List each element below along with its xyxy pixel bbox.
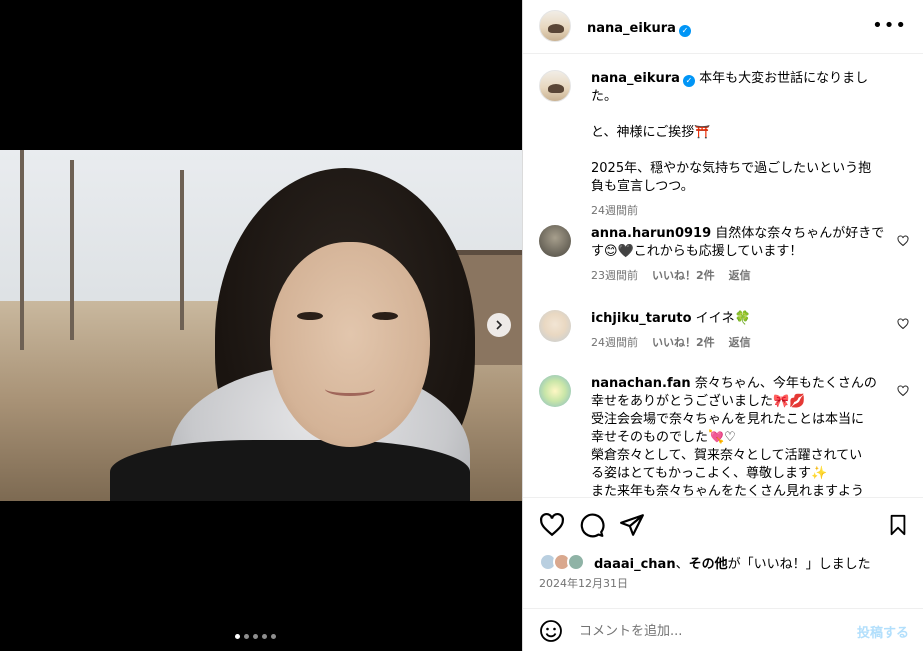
bookmark-icon[interactable]: [887, 512, 909, 538]
comments-list: nana_eikura ✓ 本年も大変お世話になりました。 と、神様にご挨拶⛩️ …: [523, 55, 923, 496]
add-comment-bar: 投稿する: [523, 608, 923, 651]
heart-icon[interactable]: [897, 318, 909, 330]
comment-username[interactable]: nanachan.fan: [591, 376, 691, 391]
comment-text: また来年も奈々ちゃんをたくさん見れますよう: [591, 484, 865, 496]
caption-username[interactable]: nana_eikura: [591, 71, 680, 86]
timestamp[interactable]: 24週間前: [591, 334, 638, 352]
timestamp[interactable]: 24週間前: [591, 202, 638, 220]
verified-badge-icon: ✓: [682, 75, 695, 87]
caption-text: 負も宣言しつつ。: [591, 179, 694, 194]
avatar[interactable]: [567, 553, 585, 571]
liked-by: daaai_chan、その他が「いいね！」しました: [539, 550, 909, 572]
liked-by-others[interactable]: その他: [689, 557, 728, 572]
caption-text: 2025年、穏やかな気持ちで過ごしたいという抱: [591, 161, 872, 176]
comment-text: る姿はとてもかっこよく、尊敬します✨: [591, 466, 828, 481]
carousel-dot: [253, 634, 258, 639]
comment-username[interactable]: anna.harun0919: [591, 226, 711, 241]
carousel-dot: [271, 634, 276, 639]
comment-likes[interactable]: いいね！2件: [652, 267, 715, 285]
post-date[interactable]: 2024年12月31日: [539, 575, 628, 591]
post-actions: [523, 497, 923, 551]
comment-text: 受注会会場で奈々ちゃんを見れたことは本当に: [591, 412, 865, 427]
timestamp[interactable]: 23週間前: [591, 267, 638, 285]
liked-by-avatars: [539, 553, 591, 573]
comment-text: 自然体な奈々ちゃんが好きで: [715, 226, 885, 241]
carousel-next-button[interactable]: [487, 313, 511, 337]
liked-by-username[interactable]: daaai_chan: [594, 557, 676, 572]
comment-text: 幸せそのものでした💘♡: [591, 430, 736, 445]
avatar[interactable]: [539, 225, 571, 257]
carousel-indicator: [235, 634, 276, 639]
chevron-right-icon: [496, 320, 503, 330]
caption-text: と、神様にご挨拶⛩️: [591, 125, 711, 140]
comment-text: 奈々ちゃん、今年もたくさんの: [694, 376, 877, 391]
avatar[interactable]: [539, 70, 571, 102]
like-icon[interactable]: [539, 512, 565, 538]
heart-icon[interactable]: [897, 385, 909, 397]
verified-badge-icon: ✓: [678, 25, 691, 37]
post-header: nana_eikura ✓ •••: [523, 0, 923, 54]
avatar[interactable]: [539, 375, 571, 407]
post-side-panel: nana_eikura ✓ ••• nana_eikura ✓ 本年も大変お世話にな…: [522, 0, 923, 651]
carousel-dot: [244, 634, 249, 639]
emoji-icon[interactable]: [539, 619, 563, 643]
comment-input[interactable]: [579, 620, 849, 642]
comment-text: 幸せをありがとうございました🎀💋: [591, 394, 806, 409]
more-options-button[interactable]: •••: [872, 15, 907, 36]
reply-button[interactable]: 返信: [729, 334, 751, 352]
avatar[interactable]: [539, 10, 571, 42]
header-username[interactable]: nana_eikura: [587, 21, 676, 36]
comment-icon[interactable]: [579, 512, 605, 538]
carousel-dot: [262, 634, 267, 639]
heart-icon[interactable]: [897, 235, 909, 247]
post-photo: [0, 150, 522, 501]
reply-button[interactable]: 返信: [729, 267, 751, 285]
comment-text: す😊🖤これからも応援しています！: [591, 244, 803, 259]
share-icon[interactable]: [619, 512, 645, 538]
comment-username[interactable]: ichjiku_taruto: [591, 311, 692, 326]
carousel-dot: [235, 634, 240, 639]
avatar[interactable]: [539, 310, 571, 342]
comment-text: 榮倉奈々として、賀来奈々として活躍されてい: [591, 448, 863, 463]
post-media: [0, 0, 522, 651]
comment-text: イイネ🍀: [695, 311, 751, 326]
post-comment-button[interactable]: 投稿する: [857, 622, 909, 641]
comment-likes[interactable]: いいね！2件: [652, 334, 715, 352]
